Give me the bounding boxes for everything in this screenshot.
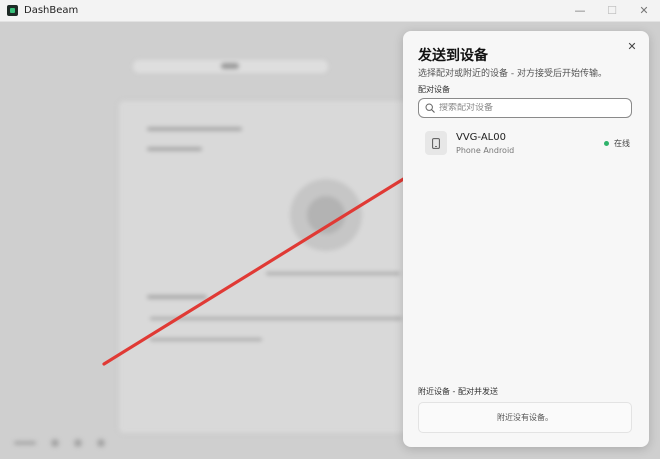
search-icon [425, 103, 435, 113]
nearby-empty-message: 附近没有设备。 [497, 413, 553, 422]
dialog-close-button[interactable]: ✕ [625, 40, 639, 54]
device-type: Phone Android [456, 146, 515, 155]
dialog-subtitle: 选择配对或附近的设备 - 对方接受后开始传输。 [418, 69, 607, 79]
nearby-devices-label: 附近设备 - 配对并发送 [418, 387, 498, 396]
device-icon-box [425, 131, 447, 155]
send-to-device-dialog: ✕ 发送到设备 选择配对或附近的设备 - 对方接受后开始传输。 配对设备 VVG… [403, 31, 649, 447]
device-name: VVG-AL00 [456, 132, 506, 143]
phone-icon [432, 137, 440, 149]
device-item-vvg-al00[interactable]: VVG-AL00 Phone Android 在线 [418, 128, 634, 160]
device-status: 在线 [604, 138, 630, 149]
paired-devices-label: 配对设备 [418, 85, 450, 94]
nearby-devices-list: 附近没有设备。 [418, 402, 632, 433]
arrow-shaft [102, 168, 420, 366]
online-status-dot-icon [604, 141, 609, 146]
search-box[interactable] [418, 98, 632, 118]
search-input[interactable] [439, 103, 619, 113]
dialog-title: 发送到设备 [418, 48, 488, 64]
status-text: 在线 [614, 139, 630, 148]
